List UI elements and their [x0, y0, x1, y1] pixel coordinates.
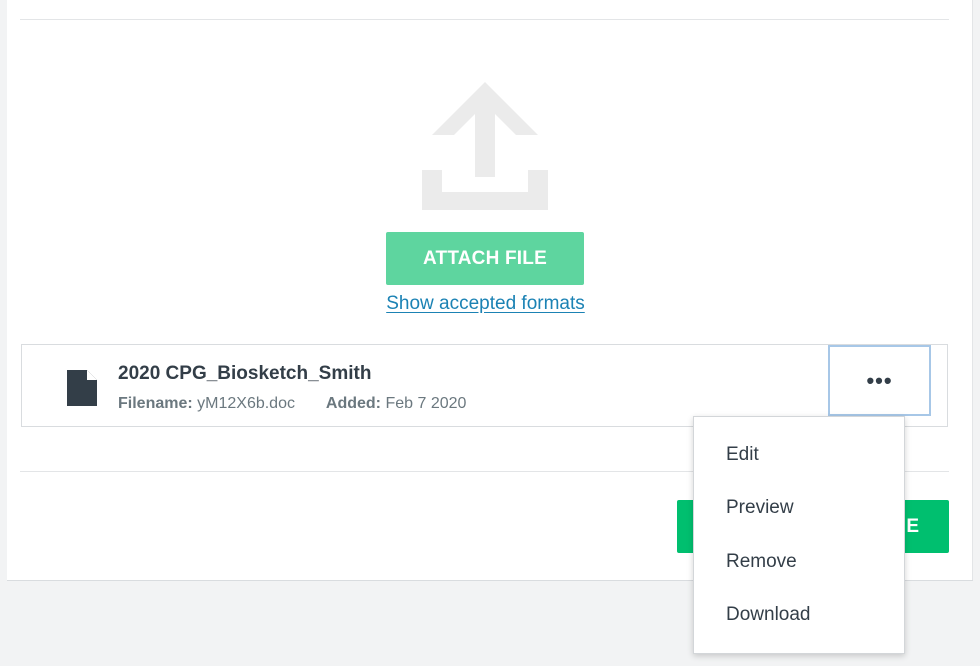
file-meta: Filename: yM12X6b.doc Added: Feb 7 2020: [118, 395, 466, 413]
document-icon: [67, 370, 97, 406]
file-card: 2020 CPG_Biosketch_Smith Filename: yM12X…: [21, 344, 948, 427]
filename-label: Filename:: [118, 395, 193, 412]
top-divider: [20, 19, 949, 20]
upload-icon: [422, 82, 548, 210]
more-icon: •••: [866, 367, 893, 393]
more-options-button[interactable]: •••: [828, 345, 931, 416]
menu-item-edit[interactable]: Edit: [694, 428, 904, 482]
attach-file-button[interactable]: ATTACH FILE: [386, 232, 584, 285]
primary-action-label: E: [906, 515, 919, 537]
menu-item-preview[interactable]: Preview: [694, 482, 904, 536]
file-options-menu: Edit Preview Remove Download: [693, 416, 905, 654]
filename-value: yM12X6b.doc: [197, 395, 295, 412]
added-label: Added:: [325, 395, 381, 412]
file-title: 2020 CPG_Biosketch_Smith: [118, 363, 372, 384]
panel-edge: [972, 0, 973, 580]
menu-item-remove[interactable]: Remove: [694, 535, 904, 589]
menu-item-download[interactable]: Download: [694, 589, 904, 643]
added-date: Feb 7 2020: [385, 395, 467, 412]
show-accepted-formats-link[interactable]: Show accepted formats: [373, 293, 598, 315]
